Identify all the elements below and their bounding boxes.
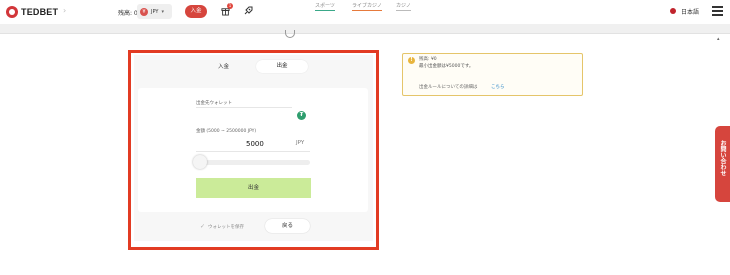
notification-badge: 1 bbox=[227, 3, 233, 9]
amount-slider-handle[interactable] bbox=[193, 155, 207, 169]
currency-code: JPY bbox=[151, 8, 159, 15]
tab-deposit[interactable]: 入金 bbox=[218, 62, 229, 70]
amount-underline bbox=[196, 151, 310, 152]
hamburger-menu-icon[interactable] bbox=[712, 6, 723, 16]
nav-tab-live-casino[interactable]: ライブカジノ bbox=[352, 2, 382, 11]
wallet-input[interactable] bbox=[196, 107, 292, 108]
contact-label[interactable]: お問い合わせ bbox=[718, 140, 727, 176]
checkmark-icon[interactable]: ✓ bbox=[200, 223, 205, 230]
amount-input[interactable]: 5000 bbox=[246, 140, 264, 148]
currency-selector[interactable]: ¥ JPY ▾ bbox=[137, 4, 172, 19]
amount-unit: JPY bbox=[296, 140, 305, 146]
chevron-icon[interactable]: › bbox=[63, 6, 66, 15]
balance-text: 残高: 0 bbox=[118, 10, 138, 17]
logo-text: TEDBET bbox=[21, 7, 59, 17]
tab-withdraw[interactable]: 出金 bbox=[256, 60, 308, 73]
save-wallet-label[interactable]: ウォレットを保存 bbox=[208, 224, 244, 230]
logo-icon bbox=[6, 6, 18, 18]
info-rule-link[interactable]: こちら bbox=[491, 84, 505, 90]
nav-tab-sports[interactable]: スポーツ bbox=[315, 2, 335, 11]
back-button[interactable]: 戻る bbox=[265, 219, 310, 233]
withdraw-button[interactable]: 出金 bbox=[196, 178, 311, 198]
rocket-icon[interactable] bbox=[243, 6, 253, 16]
amount-slider-track[interactable] bbox=[196, 160, 310, 165]
language-selector[interactable]: 日本語 bbox=[681, 7, 699, 16]
nav-tab-casino[interactable]: カジノ bbox=[396, 2, 411, 11]
tedbet-logo[interactable]: TEDBET bbox=[6, 6, 58, 18]
wallet-label: 出金先ウォレット bbox=[196, 101, 232, 106]
info-min-withdrawal: 最小出金額は¥5000です。 bbox=[419, 64, 474, 69]
amount-label: 金額 (5000 ~ 2500000 JPY) bbox=[196, 129, 257, 134]
info-rule-text: 出金ルールについての詳細は bbox=[419, 85, 478, 90]
header-deposit-button[interactable]: 入金 bbox=[185, 5, 207, 18]
warning-icon: ! bbox=[408, 57, 415, 64]
chevron-down-icon: ▾ bbox=[161, 8, 164, 15]
tether-icon[interactable]: ₮ bbox=[297, 111, 306, 120]
japan-flag-icon[interactable] bbox=[670, 8, 676, 14]
category-nav bbox=[0, 24, 730, 34]
partial-icon bbox=[285, 30, 295, 38]
chevron-up-icon[interactable]: ▴ bbox=[717, 36, 720, 42]
info-balance: 残高: ¥0 bbox=[419, 57, 437, 62]
currency-icon: ¥ bbox=[140, 7, 148, 16]
